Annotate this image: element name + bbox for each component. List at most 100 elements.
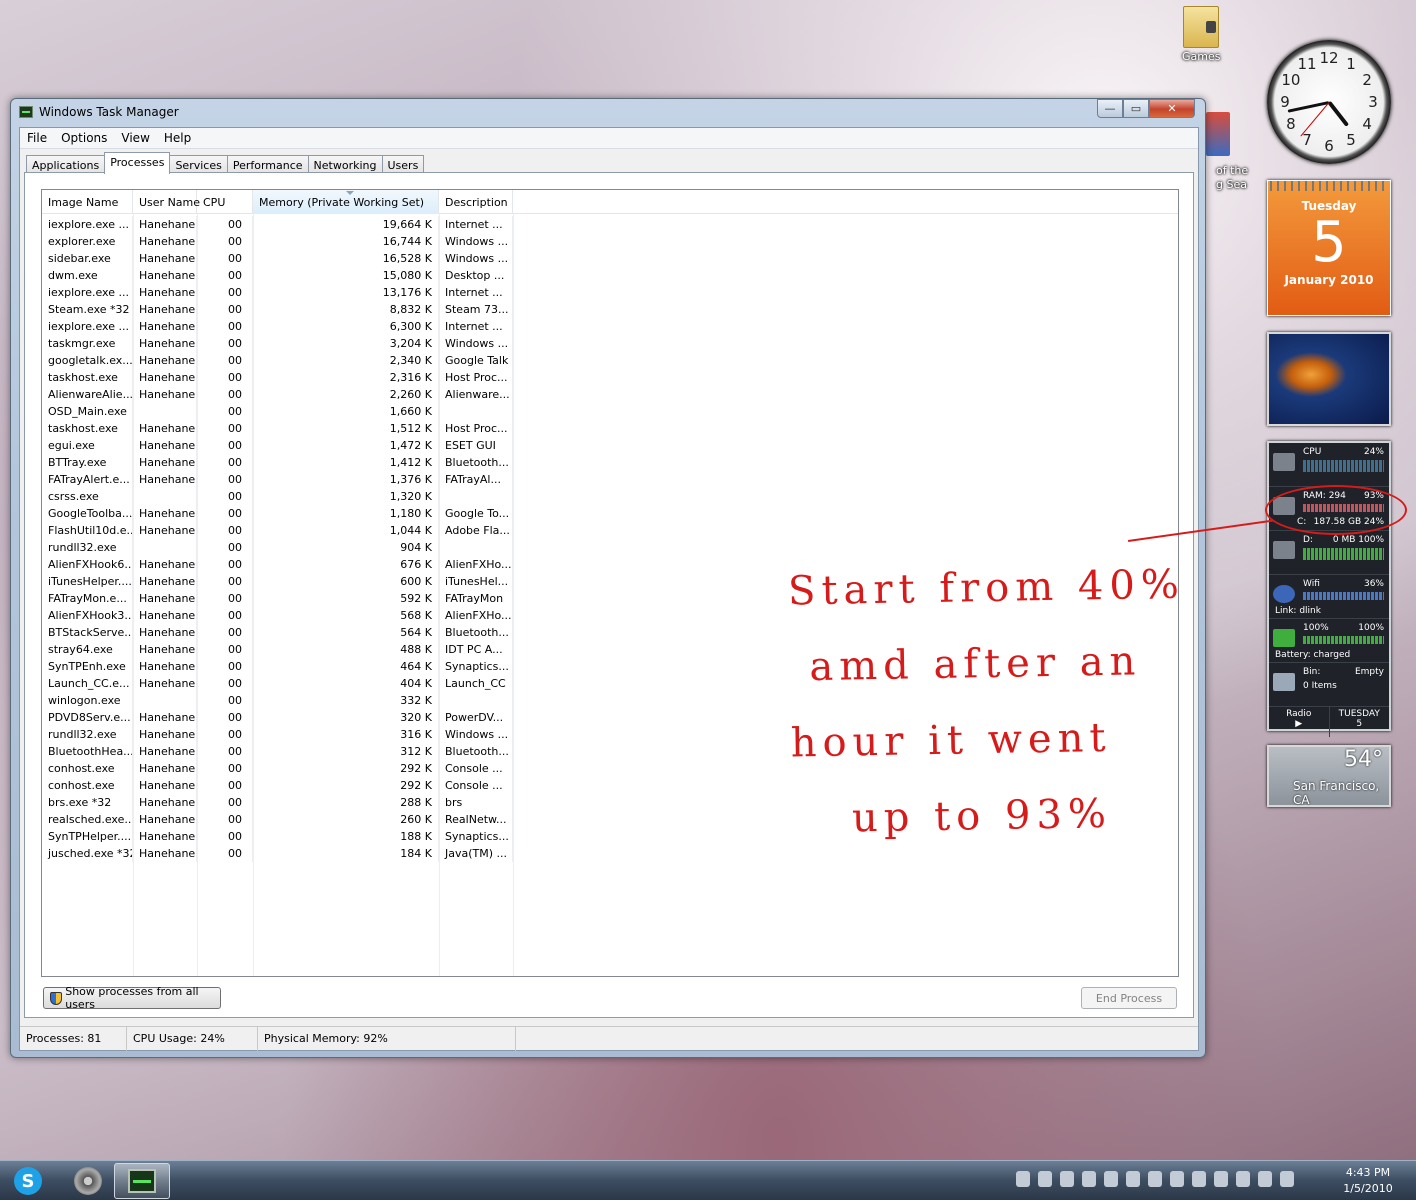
menu-help[interactable]: Help: [157, 131, 198, 145]
tray-leaf-icon[interactable]: [1126, 1171, 1140, 1187]
cell-memory: 564 K: [253, 624, 439, 641]
sysmon-recycle-bin[interactable]: Bin: Empty 0 Items: [1269, 663, 1389, 707]
cell-cpu: 00: [197, 301, 253, 318]
sysmon-battery: 100% 100% Battery: charged: [1269, 619, 1389, 663]
cell-user-name: Hanehane: [133, 641, 197, 658]
table-row[interactable]: egui.exe Hanehane 00 1,472 K ESET GUI: [42, 437, 1178, 454]
taskbar-clock[interactable]: 4:43 PM 1/5/2010: [1332, 1165, 1404, 1197]
cell-description: Windows ...: [439, 233, 513, 250]
tray-globe-icon[interactable]: [1170, 1171, 1184, 1187]
cell-description: [439, 692, 513, 709]
tray-bluetooth-icon[interactable]: [1148, 1171, 1162, 1187]
cell-cpu: 00: [197, 505, 253, 522]
cell-user-name: Hanehane: [133, 352, 197, 369]
cell-description: [439, 403, 513, 420]
maximize-button[interactable]: ▭: [1123, 99, 1149, 118]
column-memory[interactable]: Memory (Private Working Set): [253, 190, 439, 214]
table-row[interactable]: BTTray.exe Hanehane 00 1,412 K Bluetooth...: [42, 454, 1178, 471]
clock-hour-hand: [1327, 100, 1350, 127]
desktop-icon-games[interactable]: Games: [1182, 6, 1220, 63]
tray-network-icon[interactable]: [1258, 1171, 1272, 1187]
taskbar-media-button[interactable]: [60, 1163, 116, 1199]
table-row[interactable]: iexplore.exe ... Hanehane 00 6,300 K Interne…: [42, 318, 1178, 335]
list-header: Image Name User Name CPU Memory (Private…: [42, 190, 1178, 214]
tray-power-icon[interactable]: [1236, 1171, 1250, 1187]
clock-gadget[interactable]: 12 1 2 3 4 5 6 7 8 9 10 11: [1267, 40, 1391, 164]
show-all-processes-button[interactable]: Show processes from all users: [43, 985, 221, 1011]
column-image-name[interactable]: Image Name: [42, 190, 133, 214]
tray-volume-icon[interactable]: [1280, 1171, 1294, 1187]
cell-description: Launch_CC: [439, 675, 513, 692]
sysmon-bin-label: Bin:: [1303, 667, 1321, 677]
cell-memory: 16,528 K: [253, 250, 439, 267]
cell-image-name: AlienFXHook3...: [42, 607, 133, 624]
table-row[interactable]: explorer.exe Hanehane 00 16,744 K Windows ..…: [42, 233, 1178, 250]
column-description[interactable]: Description: [439, 190, 513, 214]
weather-gadget[interactable]: 54° San Francisco, CA: [1267, 745, 1391, 807]
table-row[interactable]: FATrayAlert.e... Hanehane 00 1,376 K FATrayA…: [42, 471, 1178, 488]
table-row[interactable]: iexplore.exe ... Hanehane 00 13,176 K Intern…: [42, 284, 1178, 301]
tray-chat-icon[interactable]: [1192, 1171, 1206, 1187]
calendar-gadget[interactable]: Tuesday 5 January 2010: [1267, 180, 1391, 316]
cell-cpu: 00: [197, 250, 253, 267]
table-row[interactable]: sidebar.exe Hanehane 00 16,528 K Windows ...: [42, 250, 1178, 267]
sysmon-radio[interactable]: Radio ▶: [1269, 707, 1330, 737]
cell-description: Bluetooth...: [439, 624, 513, 641]
weather-temperature: 54°: [1344, 747, 1383, 772]
end-process-button[interactable]: End Process: [1081, 987, 1177, 1009]
tab-processes[interactable]: Processes: [104, 152, 171, 174]
table-row[interactable]: GoogleToolba... Hanehane 00 1,180 K Google T…: [42, 505, 1178, 522]
cell-image-name: AlienwareAlie...: [42, 386, 133, 403]
cell-memory: 2,316 K: [253, 369, 439, 386]
close-button[interactable]: ✕: [1149, 99, 1195, 118]
cell-image-name: BTStackServe...: [42, 624, 133, 641]
cell-memory: 3,204 K: [253, 335, 439, 352]
menu-options[interactable]: Options: [54, 131, 114, 145]
cell-image-name: iTunesHelper....: [42, 573, 133, 590]
cell-memory: 16,744 K: [253, 233, 439, 250]
tray-steam-icon[interactable]: [1082, 1171, 1096, 1187]
table-row[interactable]: Steam.exe *32 Hanehane 00 8,832 K Steam 73..…: [42, 301, 1178, 318]
table-row[interactable]: taskmgr.exe Hanehane 00 3,204 K Windows ...: [42, 335, 1178, 352]
taskbar-task-manager-button[interactable]: [114, 1163, 170, 1199]
cell-user-name: Hanehane: [133, 845, 197, 862]
title-bar[interactable]: Windows Task Manager: [11, 99, 1205, 125]
tray-nvidia-icon[interactable]: [1016, 1171, 1030, 1187]
cell-description: Adobe Fla...: [439, 522, 513, 539]
table-row[interactable]: FlashUtil10d.e... Hanehane 00 1,044 K Adobe …: [42, 522, 1178, 539]
table-row[interactable]: AlienwareAlie... Hanehane 00 2,260 K Alienwa…: [42, 386, 1178, 403]
clock-number: 2: [1362, 71, 1372, 89]
desktop-icon-partial[interactable]: of the g Sea: [1206, 112, 1248, 191]
menu-view[interactable]: View: [114, 131, 156, 145]
minimize-button[interactable]: —: [1097, 99, 1123, 118]
tray-eset-icon[interactable]: [1060, 1171, 1074, 1187]
clock-number: 11: [1297, 54, 1317, 73]
menu-bar: File Options View Help: [20, 128, 1198, 149]
table-row[interactable]: csrss.exe 00 1,320 K: [42, 488, 1178, 505]
sysmon-battery-status: Battery: charged: [1275, 650, 1351, 660]
table-row[interactable]: taskhost.exe Hanehane 00 1,512 K Host Proc..…: [42, 420, 1178, 437]
table-row[interactable]: OSD_Main.exe 00 1,660 K: [42, 403, 1178, 420]
tray-display-icon[interactable]: [1104, 1171, 1118, 1187]
column-user-name[interactable]: User Name: [133, 190, 200, 214]
table-row[interactable]: googletalk.ex... Hanehane 00 2,340 K Google …: [42, 352, 1178, 369]
cell-description: AlienFXHo...: [439, 556, 513, 573]
cell-user-name: Hanehane: [133, 828, 197, 845]
cell-user-name: Hanehane: [133, 709, 197, 726]
table-row[interactable]: iexplore.exe ... Hanehane 00 19,664 K Intern…: [42, 216, 1178, 233]
cell-description: Internet ...: [439, 284, 513, 301]
cell-description: Steam 73...: [439, 301, 513, 318]
table-row[interactable]: taskhost.exe Hanehane 00 2,316 K Host Proc..…: [42, 369, 1178, 386]
tray-flag-icon[interactable]: [1214, 1171, 1228, 1187]
annotation-line: Start from 40%: [787, 561, 1186, 615]
cell-user-name: Hanehane: [133, 522, 197, 539]
tray-green-icon[interactable]: [1038, 1171, 1052, 1187]
taskbar-skype-button[interactable]: S: [0, 1163, 56, 1199]
column-cpu[interactable]: CPU: [197, 190, 253, 214]
menu-file[interactable]: File: [20, 131, 54, 145]
cell-memory: 6,300 K: [253, 318, 439, 335]
cell-description: Synaptics...: [439, 828, 513, 845]
sysmon-d-drive: D: 0 MB 100%: [1269, 531, 1389, 575]
table-row[interactable]: dwm.exe Hanehane 00 15,080 K Desktop ...: [42, 267, 1178, 284]
slideshow-gadget[interactable]: [1267, 332, 1391, 426]
